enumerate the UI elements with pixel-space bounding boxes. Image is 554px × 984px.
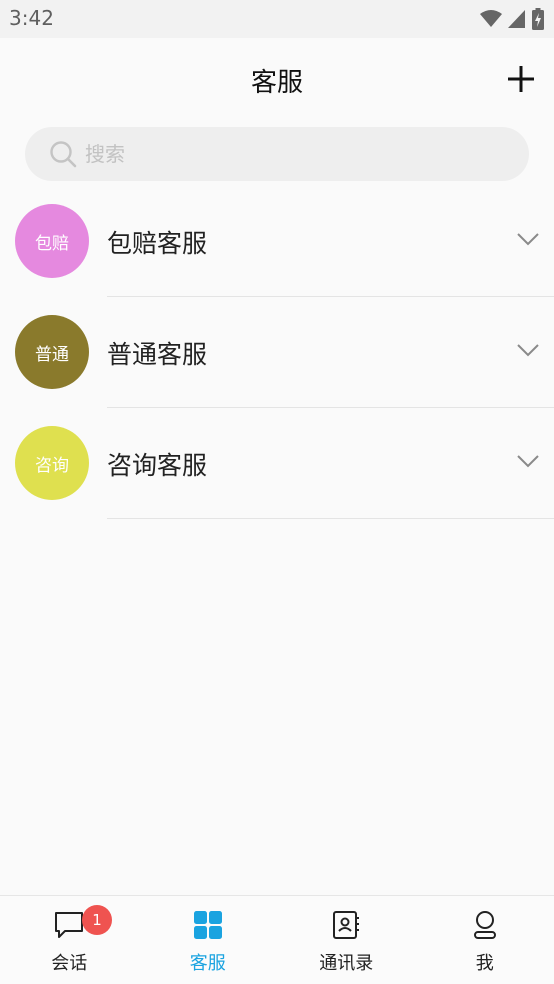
app-screen: 3:42 客服 搜索 包赔 包赔客服 普通 普通客服 咨询 咨询客服 1 会话 … xyxy=(0,0,554,984)
status-bar: 3:42 xyxy=(0,0,554,38)
chat-icon xyxy=(55,912,84,938)
avatar: 包赔 xyxy=(15,204,89,278)
nav-item-me[interactable]: 我 xyxy=(416,896,554,984)
group-row-putong[interactable]: 普通 普通客服 xyxy=(0,297,554,408)
wifi-icon xyxy=(480,10,502,27)
divider xyxy=(107,518,554,519)
contacts-book-icon xyxy=(333,911,360,939)
nav-item-service[interactable]: 客服 xyxy=(139,896,278,984)
nav-label: 客服 xyxy=(189,953,226,974)
group-row-zixun[interactable]: 咨询 咨询客服 xyxy=(0,408,554,519)
bottom-nav: 1 会话 客服 通讯录 我 xyxy=(0,895,554,984)
unread-badge: 1 xyxy=(82,905,112,935)
header: 客服 xyxy=(0,38,554,122)
group-name: 普通客服 xyxy=(107,340,208,369)
group-name: 包赔客服 xyxy=(107,229,208,258)
status-icons xyxy=(480,8,544,30)
search-icon xyxy=(50,141,77,168)
nav-item-contacts[interactable]: 通讯录 xyxy=(277,896,416,984)
nav-item-chat[interactable]: 1 会话 xyxy=(0,896,139,984)
nav-label: 会话 xyxy=(51,953,88,974)
search-box[interactable] xyxy=(25,127,529,181)
chevron-down-icon[interactable] xyxy=(516,231,540,247)
chevron-down-icon[interactable] xyxy=(516,342,540,358)
group-name: 咨询客服 xyxy=(107,451,208,480)
grid-icon xyxy=(193,911,222,939)
person-icon xyxy=(473,911,496,939)
page-title: 客服 xyxy=(250,68,303,98)
avatar-text: 普通 xyxy=(35,344,69,365)
avatar-text: 包赔 xyxy=(35,233,69,254)
nav-label: 我 xyxy=(475,953,494,974)
chevron-down-icon[interactable] xyxy=(516,453,540,469)
avatar: 普通 xyxy=(15,315,89,389)
battery-charging-icon xyxy=(532,8,544,30)
plus-icon[interactable] xyxy=(506,64,536,94)
avatar: 咨询 xyxy=(15,426,89,500)
avatar-text: 咨询 xyxy=(35,455,69,476)
nav-label: 通讯录 xyxy=(319,953,374,974)
status-time: 3:42 xyxy=(9,6,54,30)
signal-icon xyxy=(508,10,525,28)
group-row-baopei[interactable]: 包赔 包赔客服 xyxy=(0,186,554,297)
search-input[interactable] xyxy=(85,127,505,181)
service-group-list: 包赔 包赔客服 普通 普通客服 咨询 咨询客服 xyxy=(0,186,554,519)
